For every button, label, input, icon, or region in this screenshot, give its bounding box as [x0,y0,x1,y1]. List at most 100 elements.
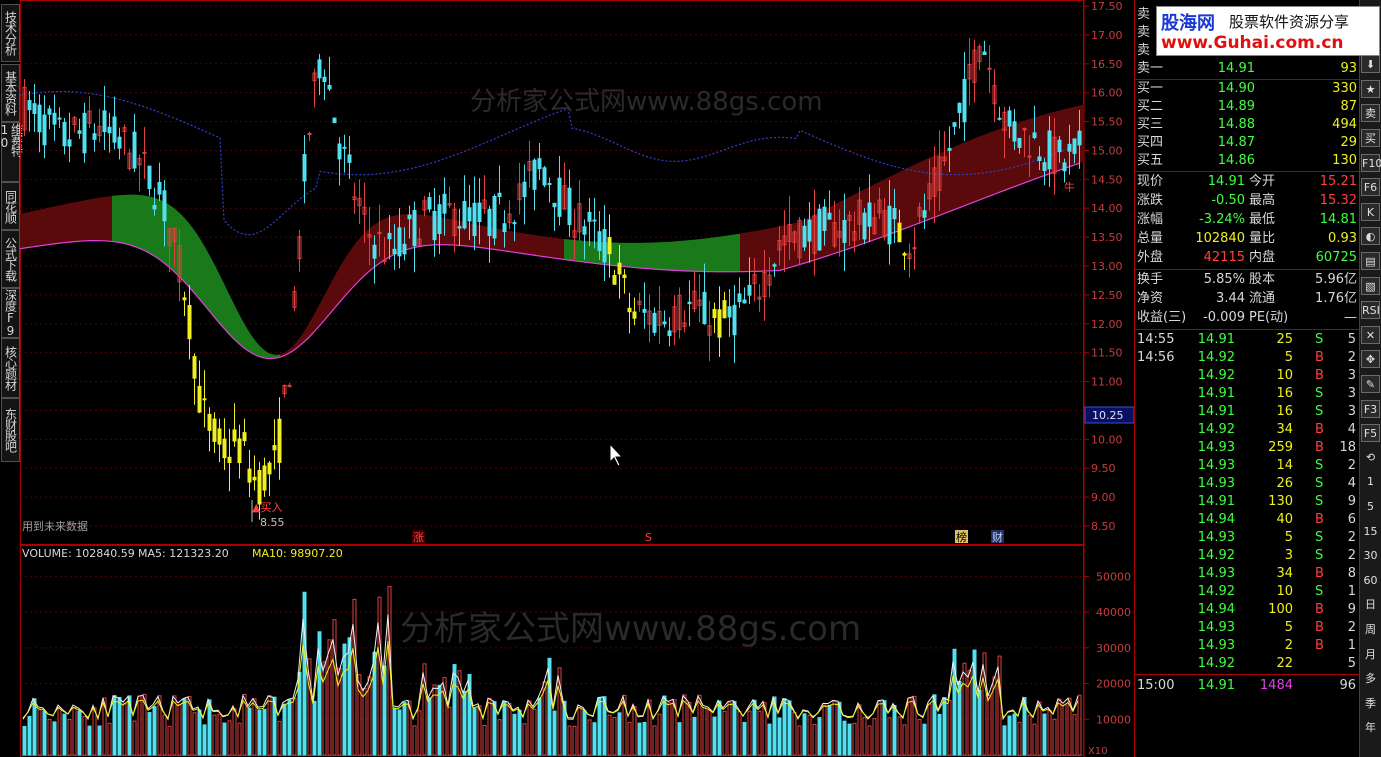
chart-canvas[interactable]: 17.50 17.00 16.50 16.00 15.50 15.00 14.50 14.00… [20,0,1134,757]
marker-3: 财 [992,530,1003,544]
toolbar-button-14[interactable]: ✥ [1361,350,1380,369]
band-segment [520,232,524,254]
volume-bar [942,697,947,756]
band-segment [980,134,984,200]
toolbar-button-27[interactable]: 多 [1361,670,1380,688]
divider [1135,674,1360,675]
candle-body [957,102,962,114]
price-axis-label: 9.00 [1091,491,1116,504]
toolbar-button-18[interactable]: ⟲ [1361,449,1380,467]
toolbar-button-21[interactable]: 15 [1361,523,1380,541]
band-segment [1060,109,1064,170]
toolbar-button-2[interactable]: ⬇ [1361,55,1380,74]
toolbar-button-20[interactable]: 5 [1361,498,1380,516]
ad-slogan: 股票软件资源分享 [1229,13,1350,31]
left-tab-3[interactable]: 同花顺 [1,182,20,230]
sell-label: 卖 [1137,7,1151,22]
toolbar-button-9[interactable]: ◐ [1361,227,1380,246]
volume-bar [447,706,452,756]
volume-bar [392,707,397,756]
volume-bar [692,716,697,756]
toolbar-button-26[interactable]: 月 [1361,646,1380,664]
toolbar-button-28[interactable]: 季 [1361,695,1380,713]
band-segment [1016,121,1020,187]
volume-bar [202,724,207,756]
toolbar-button-22[interactable]: 30 [1361,547,1380,565]
left-tab-2[interactable]: 维赛特10 [0,122,24,182]
candle-body [537,158,542,170]
toolbar-button-17[interactable]: F5 [1361,424,1380,443]
tick-side: S [1315,584,1324,599]
toolbar-button-29[interactable]: 年 [1361,719,1380,737]
candle-body [62,121,67,147]
left-tab-7[interactable]: 东财股吧 [1,398,20,462]
candle-body [147,165,152,190]
volume-bar [147,712,152,756]
left-tab-5[interactable]: 深度F9 [1,288,20,338]
candle-body [432,210,437,241]
candle-body [687,301,692,305]
volume-bar [822,704,827,756]
tick-count: 2 [1347,548,1356,563]
band-segment [984,133,988,199]
volume-unit: X10 [1088,746,1108,757]
sell-label: 卖 [1137,25,1151,40]
toolbar-button-5[interactable]: 买 [1361,129,1380,147]
toolbar-button-3[interactable]: ★ [1361,79,1380,98]
buy-row: 买一 14.90 330 [1135,80,1360,98]
toolbar-button-19[interactable]: 1 [1361,473,1380,491]
stat-label: 外盘 [1137,250,1164,265]
kline-chart[interactable]: 17.50 17.00 16.50 16.00 15.50 15.00 14.50 14.00… [20,0,1134,757]
left-tab-0[interactable]: 技术分析 [1,4,20,62]
candle-body [887,205,892,245]
volume-bar [1057,698,1062,756]
tick-price: 14.93 [1197,620,1235,635]
left-tab-4[interactable]: 公式下载 [1,230,20,288]
toolbar-button-6[interactable]: F10 [1361,153,1381,172]
band-segment [732,234,736,272]
candle-body [457,226,462,229]
volume-bar [987,694,992,756]
toolbar-button-13[interactable]: ✕ [1361,325,1380,344]
vol-axis-label: 40000 [1096,606,1131,619]
toolbar-button-23[interactable]: 60 [1361,572,1380,590]
buy-row: 买二 14.89 87 [1135,98,1360,116]
toolbar-button-8[interactable]: K [1361,202,1380,221]
toolbar-button-15[interactable]: ✎ [1361,375,1380,393]
tick-vol: 259 [1268,440,1293,455]
candle-body [542,167,547,186]
band-segment [536,235,540,257]
volume-bar [397,709,402,756]
toolbar-button-7[interactable]: F6 [1361,178,1380,197]
band-segment [576,240,580,262]
band-segment [56,205,60,244]
toolbar-button-4[interactable]: 卖 [1361,104,1380,123]
toolbar-button-12[interactable]: RSI [1361,301,1380,320]
volume-bar [1062,704,1067,756]
band-segment [652,242,656,270]
left-tab-1[interactable]: 基本资料 [1,64,20,122]
volume-bar [1032,723,1037,756]
volume-bar [277,720,282,756]
toolbar-button-11[interactable]: ▧ [1361,276,1380,295]
volume-bar [747,710,752,756]
toolbar-button-10[interactable]: ▤ [1361,252,1380,270]
volume-bar [527,700,532,756]
band-segment [532,234,536,256]
tick-count: 2 [1347,620,1356,635]
toolbar-button-24[interactable]: 日 [1361,596,1380,614]
tick-row: 14.93 26 S 4 [1135,475,1360,493]
band-segment [352,242,356,289]
candle-body [1032,132,1037,139]
tick-row: 14.92 22 5 [1135,655,1360,673]
volume-bar [767,723,772,756]
stat2-value: 5.85% [1203,272,1245,287]
guhai-ad-logo[interactable]: 股海网 股票软件资源分享 www.Guhai.com.cn [1156,6,1380,56]
left-tab-6[interactable]: 核心题材 [1,338,20,398]
stat2-label2: 流通 [1249,291,1276,306]
volume-bar [902,724,907,756]
band-segment [48,206,52,245]
toolbar-button-16[interactable]: F3 [1361,399,1380,418]
toolbar-button-25[interactable]: 周 [1361,621,1380,639]
band-segment [156,198,160,260]
